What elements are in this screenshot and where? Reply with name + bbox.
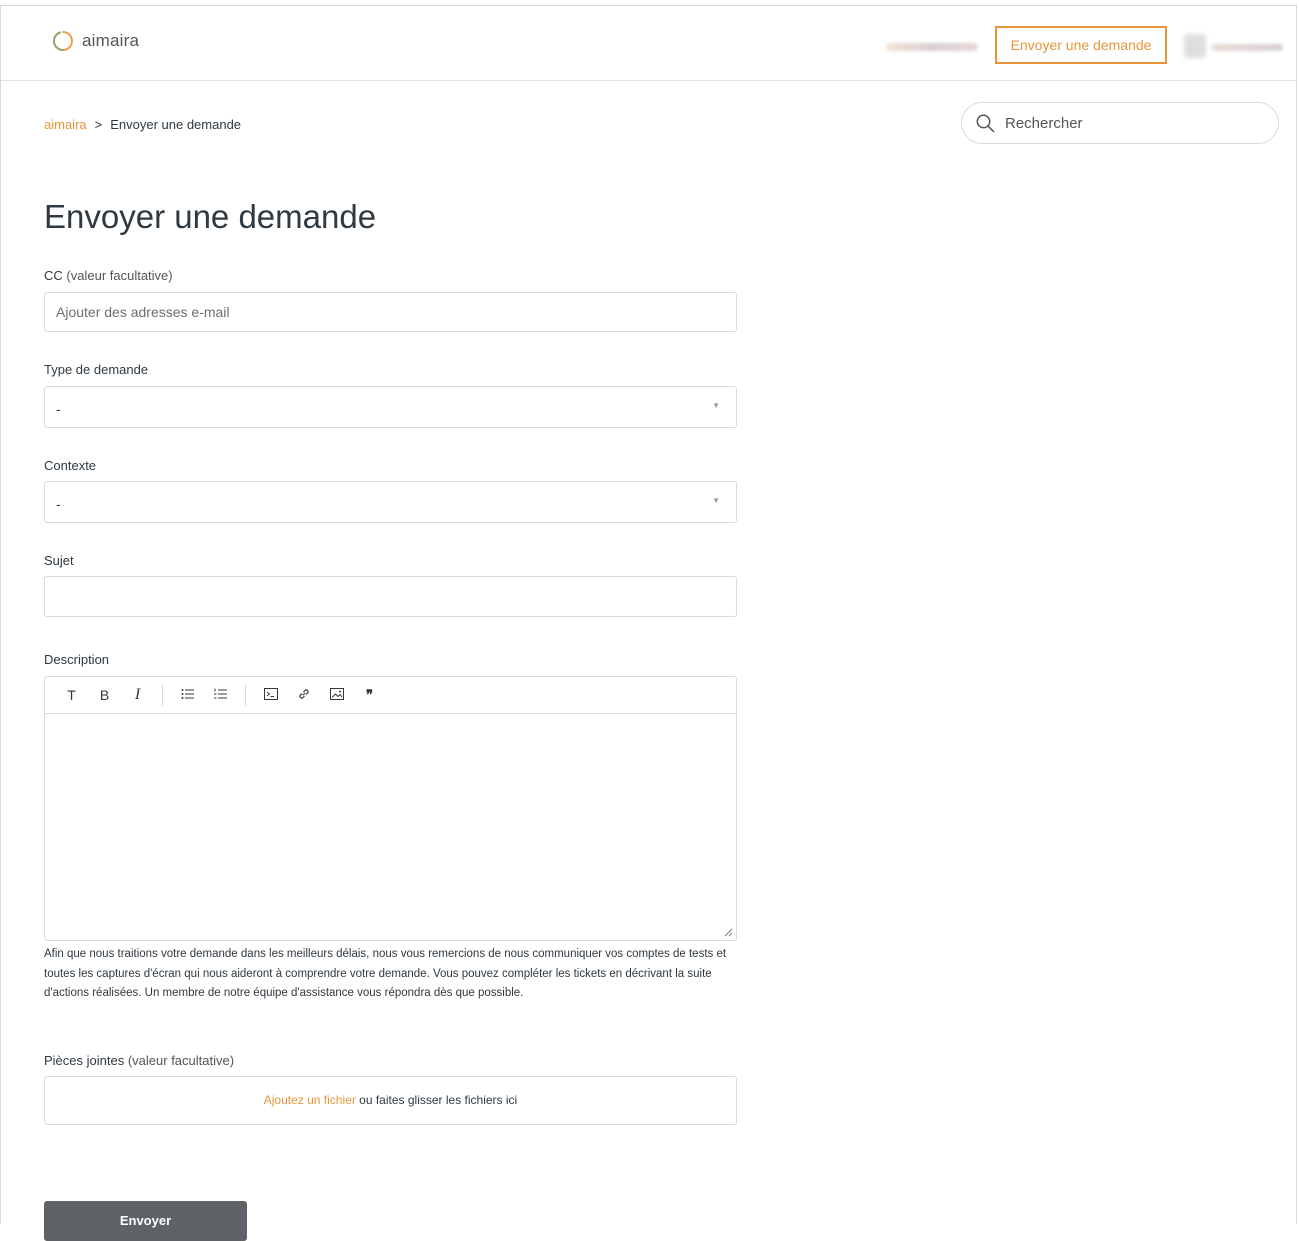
breadcrumb-home-link[interactable]: aimaira: [44, 117, 87, 132]
blurred-nav-link[interactable]: [886, 43, 978, 51]
attachments-label: Pièces jointes (valeur facultative): [44, 1053, 234, 1068]
search-icon: [976, 114, 995, 132]
description-editor[interactable]: T B I ❞: [44, 676, 737, 941]
code-block-icon: [263, 688, 278, 700]
attachments-dropzone[interactable]: Ajoutez un fichier ou faites glisser les…: [44, 1076, 737, 1125]
search-input[interactable]: [1003, 113, 1247, 133]
subject-input[interactable]: [45, 577, 736, 616]
link-icon: [298, 688, 309, 699]
link-button[interactable]: [287, 687, 320, 704]
bold-button[interactable]: B: [88, 687, 121, 703]
breadcrumb-current: Envoyer une demande: [110, 117, 242, 132]
request-type-label: Type de demande: [44, 362, 149, 377]
chevron-down-icon: ▼: [712, 401, 720, 410]
cc-field[interactable]: [44, 292, 737, 332]
cc-label-text: CC: [44, 268, 63, 283]
context-value: -: [56, 496, 61, 512]
numbered-list-icon: [213, 688, 227, 699]
cc-input[interactable]: [45, 293, 736, 331]
add-file-link[interactable]: Ajoutez un fichier: [264, 1093, 356, 1107]
breadcrumb-separator: >: [94, 117, 103, 132]
site-header: aimaira Envoyer une demande: [1, 6, 1297, 81]
subject-label: Sujet: [44, 553, 74, 568]
editor-toolbar: T B I ❞: [45, 677, 736, 714]
submit-button[interactable]: Envoyer: [44, 1201, 247, 1241]
dropzone-text: Ajoutez un fichier ou faites glisser les…: [45, 1093, 736, 1107]
bullet-list-icon: [181, 689, 194, 699]
description-label: Description: [44, 652, 110, 667]
logo-text: aimaira: [82, 31, 140, 50]
quote-button[interactable]: ❞: [353, 687, 386, 703]
text-style-button[interactable]: T: [55, 687, 88, 703]
breadcrumb: aimaira > Envoyer une demande: [44, 117, 241, 132]
description-hint: Afin que nous traitions votre demande da…: [44, 948, 727, 999]
attachments-optional-note: (valeur facultative): [127, 1053, 235, 1068]
image-button[interactable]: [320, 687, 353, 703]
request-type-select[interactable]: - ▼: [44, 386, 737, 428]
code-block-button[interactable]: [254, 687, 287, 703]
quote-icon: ❞: [366, 687, 373, 702]
chevron-down-icon: ▼: [712, 496, 720, 505]
subject-field[interactable]: [44, 576, 737, 617]
context-label: Contexte: [44, 458, 97, 473]
bullet-list-button[interactable]: [171, 687, 204, 703]
submit-request-link[interactable]: Envoyer une demande: [995, 26, 1167, 64]
page-title: Envoyer une demande: [44, 198, 377, 235]
image-icon: [329, 688, 344, 700]
toolbar-divider: [162, 684, 163, 706]
toolbar-divider: [245, 684, 246, 706]
logo-icon: [52, 31, 73, 52]
numbered-list-button[interactable]: [204, 687, 237, 703]
avatar[interactable]: [1184, 34, 1206, 58]
search-box[interactable]: [961, 102, 1279, 144]
cc-optional-note: (valeur facultative): [66, 268, 173, 283]
resize-handle-icon[interactable]: [723, 927, 733, 937]
blurred-user-name[interactable]: [1211, 44, 1283, 51]
cc-label: CC (valeur facultative): [44, 268, 173, 283]
attachments-label-text: Pièces jointes: [44, 1053, 125, 1068]
italic-button[interactable]: I: [121, 686, 154, 704]
logo[interactable]: aimaira: [52, 30, 139, 52]
request-type-value: -: [56, 401, 61, 417]
context-select[interactable]: - ▼: [44, 481, 737, 523]
dropzone-instruction: ou faites glisser les fichiers ici: [355, 1093, 518, 1107]
